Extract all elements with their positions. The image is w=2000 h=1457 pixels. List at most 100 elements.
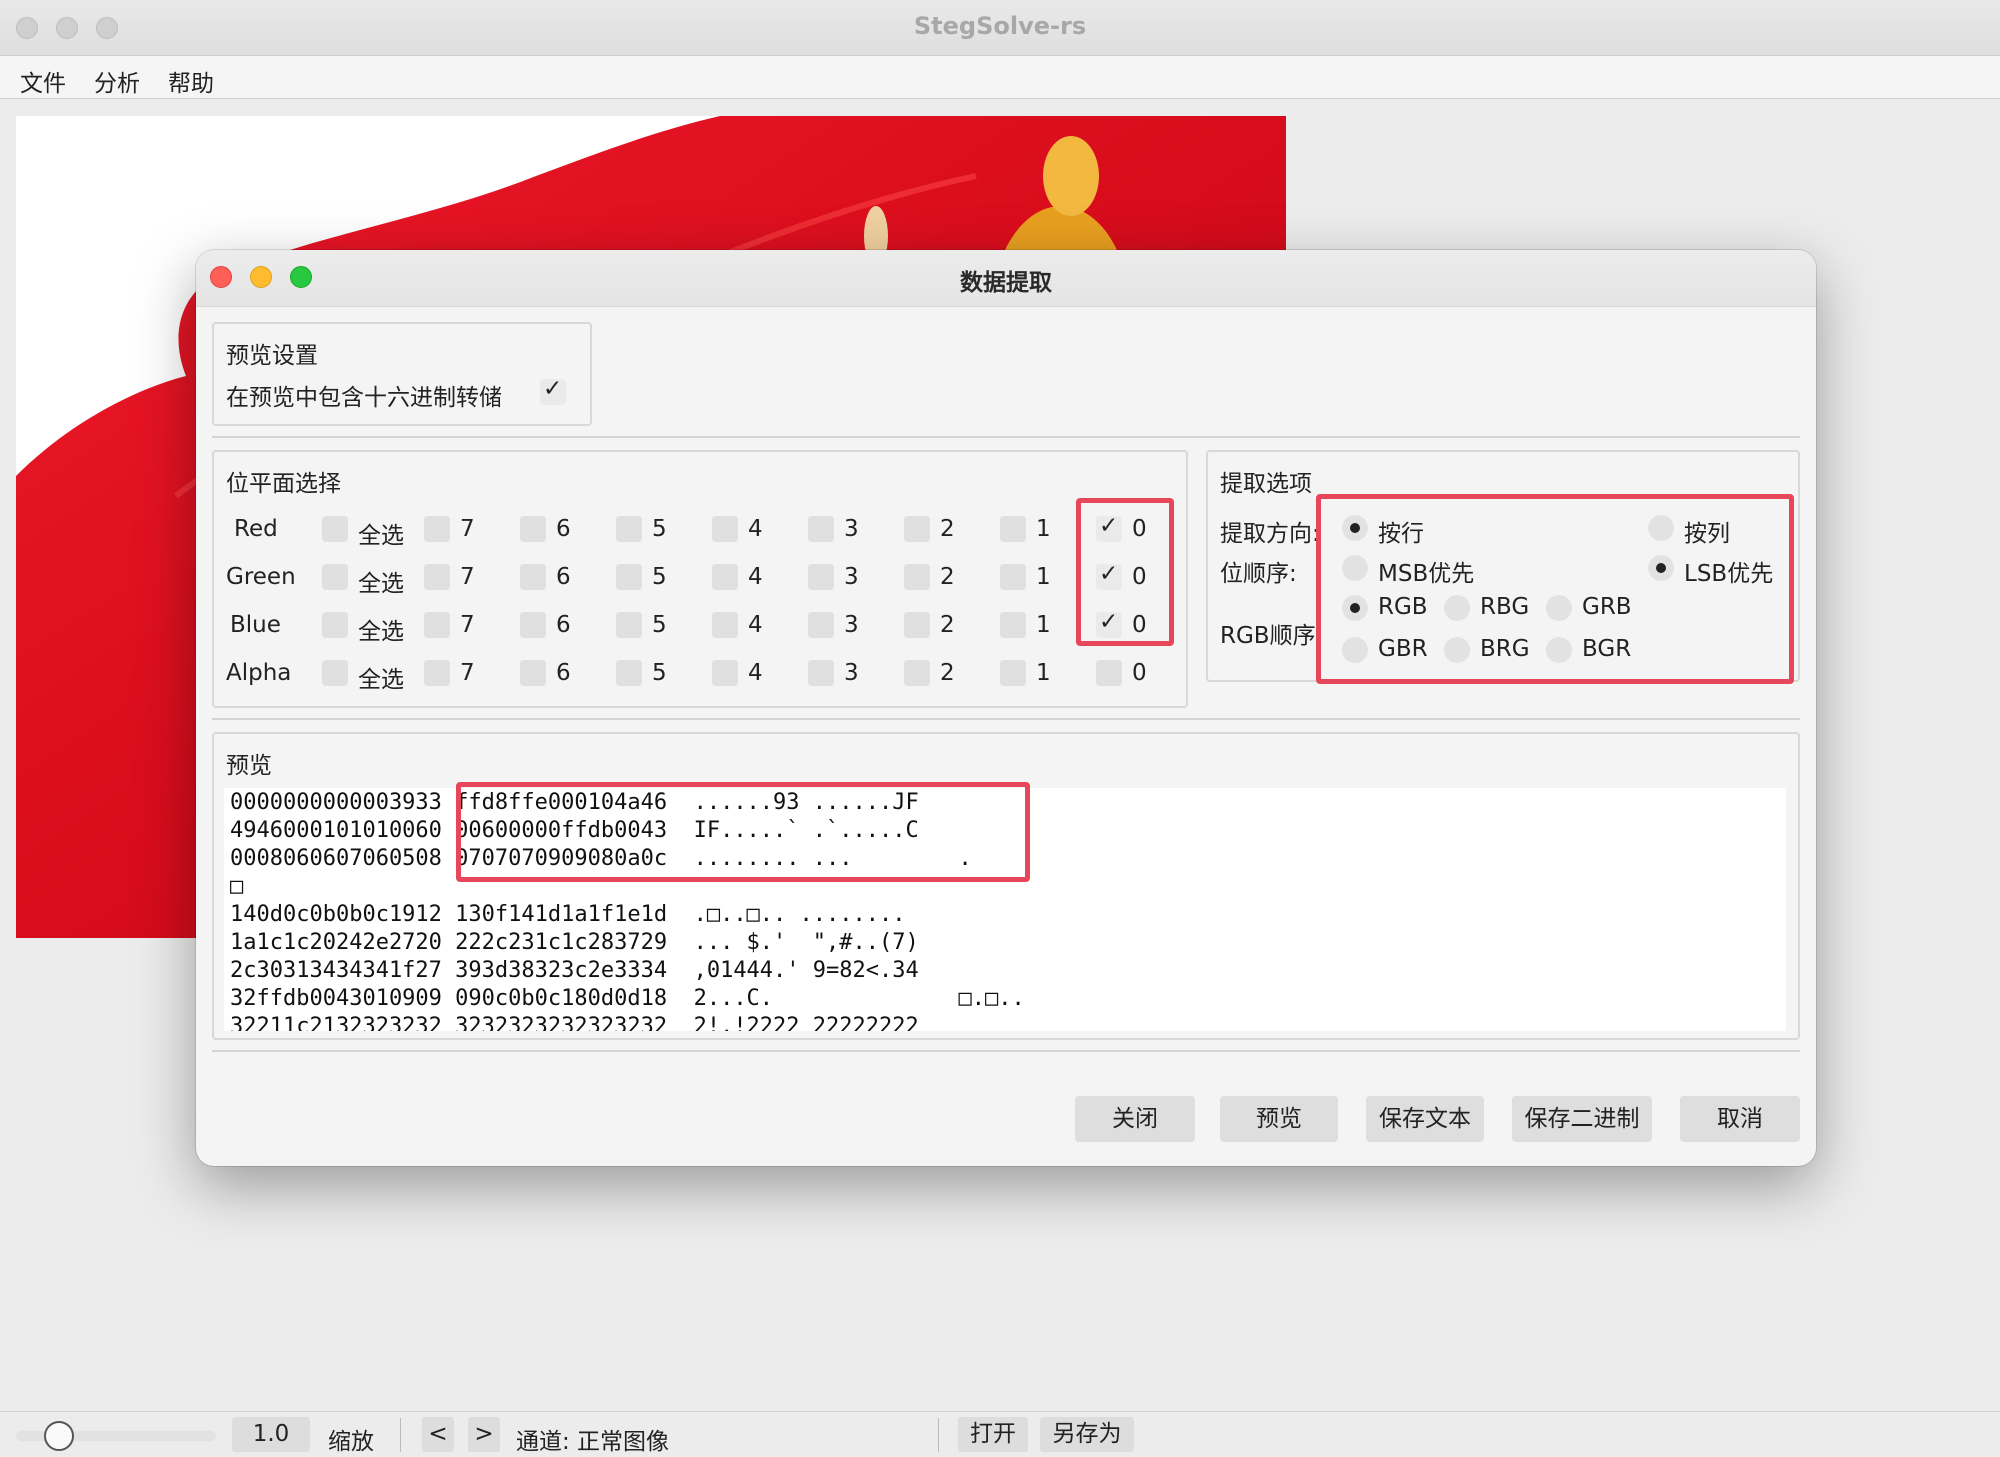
red-bit5-checkbox[interactable] [616, 516, 642, 542]
alpha-bit2-checkbox[interactable] [904, 660, 930, 686]
hex-line: 2c30313434341f27 393d38323c2e3334 ,01444… [230, 958, 919, 983]
zoom-slider-thumb[interactable] [44, 1421, 74, 1451]
rgb-radio[interactable] [1342, 595, 1368, 621]
channel-alpha-label: Alpha [226, 660, 292, 686]
bit-label: 5 [652, 516, 667, 542]
bit-label: 2 [940, 564, 955, 590]
by-row-radio[interactable] [1342, 515, 1368, 541]
bit-label: 1 [1036, 612, 1051, 638]
hex-line: 1a1c1c20242e2720 222c231c1c283729 ... $.… [230, 930, 919, 955]
separator [938, 1418, 939, 1452]
gbr-radio[interactable] [1342, 637, 1368, 663]
check-icon: ✓ [543, 376, 563, 402]
select-all-label: 全选 [358, 667, 404, 693]
preview-settings-title: 预览设置 [226, 343, 318, 369]
bit-label: 2 [940, 660, 955, 686]
radio-selected-dot [1350, 603, 1360, 613]
red-select-all-checkbox[interactable] [322, 516, 348, 542]
bit-label: 2 [940, 612, 955, 638]
red-bit3-checkbox[interactable] [808, 516, 834, 542]
alpha-select-all-checkbox[interactable] [322, 660, 348, 686]
blue-select-all-checkbox[interactable] [322, 612, 348, 638]
divider [212, 1050, 1800, 1052]
next-channel-button[interactable]: > [468, 1417, 500, 1452]
menu-analyze[interactable]: 分析 [94, 64, 140, 98]
bit-label: 3 [844, 612, 859, 638]
bit-order-label: 位顺序: [1220, 561, 1297, 587]
blue-bit4-checkbox[interactable] [712, 612, 738, 638]
grb-radio[interactable] [1546, 595, 1572, 621]
open-button[interactable]: 打开 [958, 1417, 1028, 1452]
red-bit2-checkbox[interactable] [904, 516, 930, 542]
bit-label: 1 [1036, 516, 1051, 542]
save-binary-button[interactable]: 保存二进制 [1512, 1096, 1652, 1142]
gbr-label: GBR [1378, 636, 1428, 662]
save-text-button[interactable]: 保存文本 [1366, 1096, 1484, 1142]
preview-button[interactable]: 预览 [1220, 1096, 1338, 1142]
brg-radio[interactable] [1444, 637, 1470, 663]
alpha-bit0-checkbox[interactable] [1096, 660, 1122, 686]
blue-bit5-checkbox[interactable] [616, 612, 642, 638]
radio-selected-dot [1656, 563, 1666, 573]
green-bit2-checkbox[interactable] [904, 564, 930, 590]
extract-options-title: 提取选项 [1220, 471, 1312, 497]
msb-first-radio[interactable] [1342, 555, 1368, 581]
bit-label: 5 [652, 564, 667, 590]
hex-dump-checkbox[interactable]: ✓ [540, 376, 566, 405]
bit-label: 4 [748, 660, 763, 686]
rbg-radio[interactable] [1444, 595, 1470, 621]
by-column-radio[interactable] [1648, 515, 1674, 541]
alpha-bit5-checkbox[interactable] [616, 660, 642, 686]
blue-bit2-checkbox[interactable] [904, 612, 930, 638]
cancel-button[interactable]: 取消 [1680, 1096, 1800, 1142]
menu-help[interactable]: 帮助 [168, 64, 214, 98]
blue-bit1-checkbox[interactable] [1000, 612, 1026, 638]
divider [212, 718, 1800, 720]
radio-selected-dot [1350, 523, 1360, 533]
bitplane-title: 位平面选择 [226, 471, 341, 497]
alpha-bit3-checkbox[interactable] [808, 660, 834, 686]
select-all-label: 全选 [358, 571, 404, 597]
channel-red-label: Red [234, 516, 278, 542]
bit-label: 0 [1132, 660, 1147, 686]
zoom-label: 缩放 [328, 1429, 374, 1455]
rgb-label: RGB [1378, 594, 1428, 620]
green-bit1-checkbox[interactable] [1000, 564, 1026, 590]
red-bit1-checkbox[interactable] [1000, 516, 1026, 542]
red-bit4-checkbox[interactable] [712, 516, 738, 542]
lsb-first-radio[interactable] [1648, 555, 1674, 581]
blue-bit3-checkbox[interactable] [808, 612, 834, 638]
zoom-value[interactable]: 1.0 [232, 1417, 310, 1452]
green-bit7-checkbox[interactable] [424, 564, 450, 590]
rgb-order-label: RGB顺序: [1220, 623, 1324, 649]
green-bit5-checkbox[interactable] [616, 564, 642, 590]
close-button[interactable]: 关闭 [1075, 1096, 1195, 1142]
by-row-label: 按行 [1378, 521, 1424, 547]
blue-bit7-checkbox[interactable] [424, 612, 450, 638]
alpha-bit6-checkbox[interactable] [520, 660, 546, 686]
menu-file[interactable]: 文件 [20, 64, 66, 98]
red-bit6-checkbox[interactable] [520, 516, 546, 542]
hex-line: 32ffdb0043010909 090c0b0c180d0d18 2...C.… [230, 986, 1025, 1011]
green-select-all-checkbox[interactable] [322, 564, 348, 590]
prev-channel-button[interactable]: < [422, 1417, 454, 1452]
msb-first-label: MSB优先 [1378, 561, 1475, 587]
green-bit4-checkbox[interactable] [712, 564, 738, 590]
hex-line: 32211c2132323232 3232323232323232 2!.!22… [230, 1014, 919, 1031]
alpha-bit1-checkbox[interactable] [1000, 660, 1026, 686]
alpha-bit7-checkbox[interactable] [424, 660, 450, 686]
divider [212, 436, 1800, 438]
bit-label: 4 [748, 516, 763, 542]
bgr-radio[interactable] [1546, 637, 1572, 663]
save-as-button[interactable]: 另存为 [1040, 1417, 1134, 1452]
data-extract-dialog: 数据提取 预览设置 在预览中包含十六进制转储 ✓ 位平面选择 Red 全选 7 … [196, 250, 1816, 1166]
channel-label: 通道: 正常图像 [516, 1429, 670, 1455]
alpha-bit4-checkbox[interactable] [712, 660, 738, 686]
red-bit7-checkbox[interactable] [424, 516, 450, 542]
hex-dump-label: 在预览中包含十六进制转储 [226, 385, 502, 411]
green-bit3-checkbox[interactable] [808, 564, 834, 590]
green-bit6-checkbox[interactable] [520, 564, 546, 590]
select-all-label: 全选 [358, 523, 404, 549]
bit-label: 3 [844, 516, 859, 542]
blue-bit6-checkbox[interactable] [520, 612, 546, 638]
